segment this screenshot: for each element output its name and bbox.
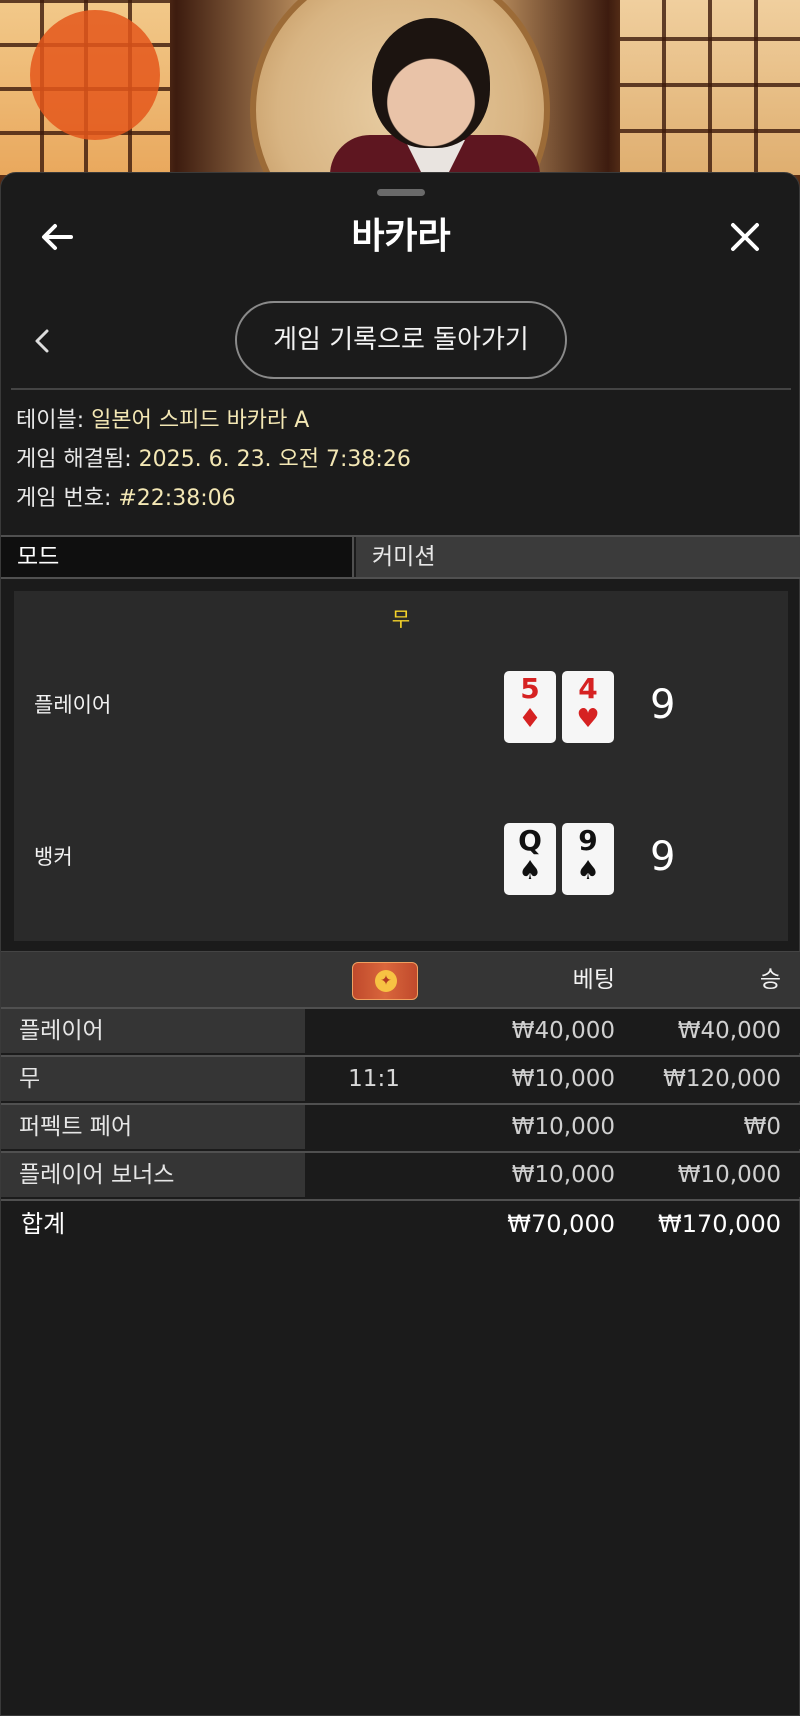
bet-amount: ₩10,000	[511, 1114, 615, 1140]
live-dealer-video	[0, 0, 800, 200]
game-number-info: 게임 번호: #22:38:06	[16, 484, 236, 514]
win-amount: ₩10,000	[677, 1162, 781, 1188]
game-detail-sheet: 바카라 게임 기록으로 돌아가기 테이블: 일본어 스피드 바카라 A 게임 해…	[0, 172, 800, 1716]
game-number-value: #22:38:06	[118, 486, 236, 511]
win-amount: ₩40,000	[677, 1018, 781, 1044]
lucky-red-envelope-icon: ✦	[352, 962, 418, 1000]
diamond-suit-icon: ♦	[518, 704, 542, 734]
bet-amount: ₩40,000	[511, 1018, 615, 1044]
banker-hand-label: 뱅커	[34, 845, 73, 869]
heart-suit-icon: ♥	[576, 704, 600, 734]
banker-card-1: Q ♠	[504, 823, 556, 895]
banker-card-2: 9 ♠	[562, 823, 614, 895]
dealer-head	[372, 18, 490, 148]
bet-amount: ₩10,000	[511, 1162, 615, 1188]
divider	[11, 388, 791, 390]
win-amount: ₩0	[743, 1114, 781, 1140]
card-rank: 4	[578, 672, 598, 705]
total-row: 합계 ₩70,000 ₩170,000	[1, 1199, 800, 1247]
card-rank: 9	[578, 824, 598, 857]
total-win: ₩170,000	[658, 1210, 781, 1238]
page-title: 바카라	[351, 216, 451, 257]
table-row: 플레이어 ₩40,000 ₩40,000	[1, 1007, 800, 1053]
round-result-panel: 무 플레이어 5 ♦ 4 ♥ 9 뱅커 Q ♠ 9 ♠ 9	[14, 591, 788, 941]
bet-column-header: 베팅	[572, 967, 615, 993]
resolved-label: 게임 해결됨:	[16, 447, 132, 472]
bet-name: 퍼펙트 페어	[1, 1105, 305, 1149]
player-score: 9	[650, 682, 676, 728]
background-sun	[30, 10, 160, 140]
win-amount: ₩120,000	[663, 1066, 781, 1092]
table-label: 테이블:	[16, 408, 85, 433]
player-card-2: 4 ♥	[562, 671, 614, 743]
mode-label: 모드	[1, 537, 354, 577]
mode-bar: 모드 커미션	[1, 535, 800, 579]
spade-suit-icon: ♠	[576, 856, 600, 886]
card-rank: Q	[518, 824, 542, 857]
player-hand-label: 플레이어	[34, 693, 112, 717]
background-window-right	[620, 0, 800, 175]
bet-amount: ₩10,000	[511, 1066, 615, 1092]
banker-score: 9	[650, 834, 676, 880]
bet-name: 무	[1, 1057, 305, 1101]
chevron-left-icon[interactable]	[29, 321, 57, 361]
coin-icon: ✦	[375, 970, 397, 992]
card-rank: 5	[520, 672, 540, 705]
table-value: 일본어 스피드 바카라 A	[91, 408, 310, 433]
bet-odds: 11:1	[348, 1066, 400, 1092]
game-number-label: 게임 번호:	[16, 486, 112, 511]
table-row: 퍼펙트 페어 ₩10,000 ₩0	[1, 1103, 800, 1149]
outcome-label: 무	[391, 607, 411, 631]
bet-name: 플레이어 보너스	[1, 1153, 305, 1197]
resolved-value: 2025. 6. 23. 오전 7:38:26	[138, 447, 411, 472]
table-info: 테이블: 일본어 스피드 바카라 A	[16, 406, 309, 436]
table-header: ✦ 베팅 승	[1, 951, 800, 1007]
bet-name: 플레이어	[1, 1009, 305, 1053]
total-label: 합계	[21, 1210, 66, 1238]
table-row: 무 11:1 ₩10,000 ₩120,000	[1, 1055, 800, 1101]
close-icon[interactable]	[725, 217, 765, 257]
resolved-info: 게임 해결됨: 2025. 6. 23. 오전 7:38:26	[16, 445, 411, 475]
spade-suit-icon: ♠	[518, 856, 542, 886]
back-to-history-button[interactable]: 게임 기록으로 돌아가기	[235, 301, 567, 379]
sheet-grabber[interactable]	[377, 189, 425, 196]
player-card-1: 5 ♦	[504, 671, 556, 743]
win-column-header: 승	[759, 967, 781, 993]
mode-value: 커미션	[356, 537, 800, 577]
table-row: 플레이어 보너스 ₩10,000 ₩10,000	[1, 1151, 800, 1197]
